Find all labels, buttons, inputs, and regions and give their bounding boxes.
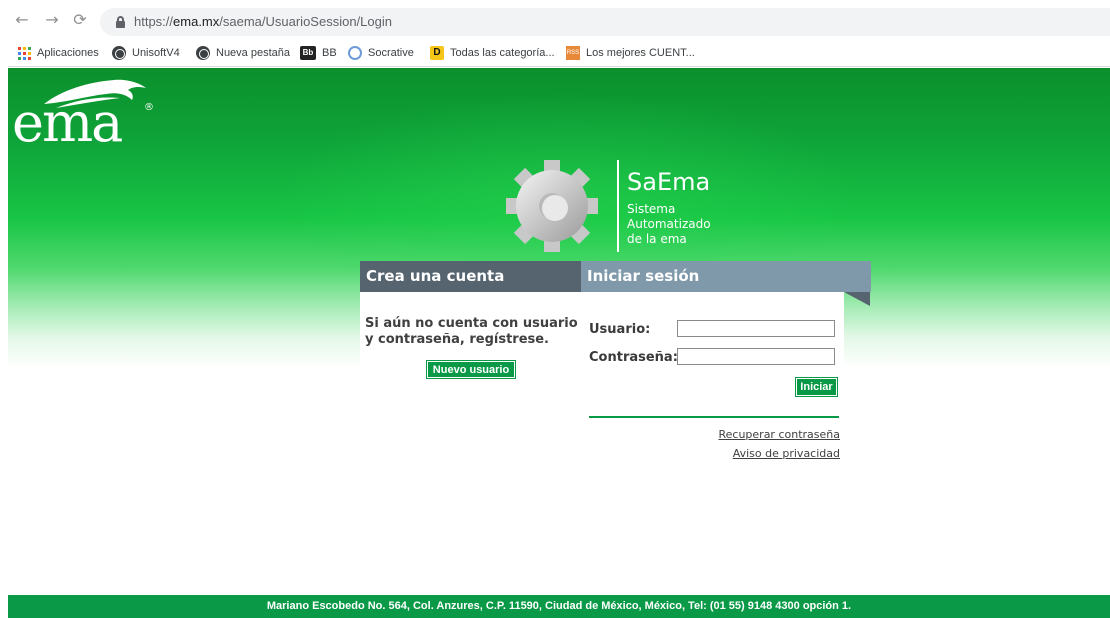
- apps-grid-icon: [18, 46, 31, 60]
- tab-create-account: Crea una cuenta: [360, 261, 581, 292]
- tab-create-account-label: Crea una cuenta: [366, 267, 505, 285]
- d-icon: D: [430, 46, 444, 60]
- bookmark-unisoftv4[interactable]: UnisoftV4: [112, 45, 180, 61]
- section-divider: [589, 416, 839, 418]
- tab-login-label: Iniciar sesión: [587, 267, 700, 285]
- bookmark-mejores-cuentos[interactable]: RSS Los mejores CUENT...: [566, 45, 695, 61]
- page-content: ema ® SaEma Sistema Automatizado de la e…: [8, 68, 1110, 618]
- address-bar[interactable]: https://ema.mx/saema/UsuarioSession/Logi…: [100, 8, 1110, 36]
- forward-arrow-icon[interactable]: →: [44, 12, 60, 28]
- browser-toolbar: ← → ⟳ https://ema.mx/saema/UsuarioSessio…: [0, 0, 1110, 40]
- ema-logo[interactable]: ema ®: [12, 74, 162, 154]
- registered-mark: ®: [144, 102, 154, 113]
- bookmark-socrative[interactable]: Socrative: [348, 45, 414, 61]
- reload-icon[interactable]: ⟳: [72, 12, 88, 28]
- app-name: SaEma: [627, 168, 711, 196]
- logo-text: ema: [12, 91, 123, 154]
- password-label: Contraseña:: [589, 350, 678, 365]
- tab-fold-corner: [844, 292, 870, 306]
- bookmark-todas-categorias[interactable]: D Todas las categoría...: [430, 45, 555, 61]
- window-edge: [0, 0, 8, 618]
- login-button[interactable]: Iniciar: [795, 377, 838, 397]
- footer-address: Mariano Escobedo No. 564, Col. Anzures, …: [266, 600, 852, 612]
- create-account-section: Si aún no cuenta con usuario y contraseñ…: [360, 292, 581, 382]
- gear-icon: [506, 160, 598, 252]
- bookmark-site-icon: RSS: [566, 46, 580, 60]
- create-account-message: Si aún no cuenta con usuario y contraseñ…: [365, 316, 578, 347]
- lock-icon[interactable]: [116, 16, 125, 28]
- username-field[interactable]: [677, 320, 835, 337]
- brand-divider: [617, 160, 619, 252]
- bookmark-bb[interactable]: Bb BB: [300, 45, 337, 61]
- back-arrow-icon[interactable]: ←: [14, 12, 30, 28]
- globe-icon: [112, 46, 126, 60]
- privacy-notice-link[interactable]: Aviso de privacidad: [733, 447, 840, 460]
- tab-login: Iniciar sesión: [581, 261, 871, 292]
- bookmarks-bar: Aplicaciones UnisoftV4 Nueva pestaña Bb …: [0, 40, 1110, 67]
- new-user-button[interactable]: Nuevo usuario: [426, 360, 516, 379]
- username-label: Usuario:: [589, 322, 651, 337]
- globe-icon: [196, 46, 210, 60]
- app-tagline: Sistema Automatizado de la ema: [627, 202, 711, 246]
- socrative-icon: [348, 46, 362, 60]
- url-text[interactable]: https://ema.mx/saema/UsuarioSession/Logi…: [134, 14, 392, 29]
- login-panel: Crea una cuenta Iniciar sesión Si aún no…: [360, 261, 871, 460]
- blackboard-icon: Bb: [300, 46, 316, 60]
- recover-password-link[interactable]: Recuperar contraseña: [718, 428, 840, 441]
- bookmark-aplicaciones[interactable]: Aplicaciones: [18, 45, 99, 61]
- password-field[interactable]: [677, 348, 835, 365]
- bookmark-nueva-pestana[interactable]: Nueva pestaña: [196, 45, 290, 61]
- footer: Mariano Escobedo No. 564, Col. Anzures, …: [8, 595, 1110, 618]
- login-section: Usuario: Contraseña: Iniciar Recuperar c…: [581, 292, 844, 460]
